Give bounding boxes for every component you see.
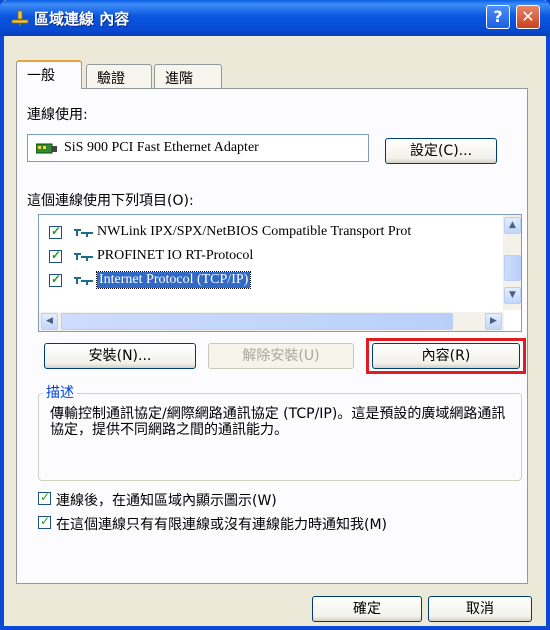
help-button[interactable]: ? [486,5,510,29]
protocol-icon [74,277,93,285]
scroll-right-icon[interactable]: ▶ [485,313,502,330]
vertical-scroll-thumb[interactable] [504,255,521,281]
install-button[interactable]: 安裝(N)... [44,343,196,369]
description-text: 傳輸控制通訊協定/網際網路通訊協定 (TCP/IP)。這是預設的廣域網路通訊協定… [50,406,506,438]
scroll-left-icon[interactable]: ◀ [41,313,58,330]
protocol-icon [74,253,93,261]
ok-button[interactable]: 確定 [312,596,422,622]
item-label: Internet Protocol (TCP/IP) [95,271,252,289]
components-list[interactable]: NWLink IPX/SPX/NetBIOS Compatible Transp… [38,214,522,332]
highlight-box [366,338,526,374]
window-title: 區域連線 內容 [34,10,130,28]
horizontal-scroll-thumb[interactable] [61,313,453,330]
connect-using-label: 連線使用: [27,107,88,123]
notify-checkbox[interactable] [38,514,51,529]
tab-general[interactable]: 一般 [16,60,82,89]
horizontal-scrollbar[interactable]: ◀ ▶ [39,312,504,331]
scroll-up-icon[interactable]: ▲ [504,217,521,234]
scroll-down-icon[interactable]: ▼ [504,287,521,304]
tab-authentication[interactable]: 驗證 [86,64,152,88]
show-icon-label: 連線後，在通知區域內顯示圖示(W) [56,493,277,509]
uninstall-button[interactable]: 解除安裝(U) [208,343,354,369]
item-label: PROFINET IO RT-Protocol [97,248,254,263]
show-icon-checkbox[interactable] [38,490,51,505]
vertical-scrollbar[interactable]: ▲ ▼ [503,215,521,310]
close-button[interactable]: ✕ [516,5,540,29]
configure-button[interactable]: 設定(C)... [385,138,497,164]
adapter-field: SiS 900 PCI Fast Ethernet Adapter [27,134,369,162]
adapter-name: SiS 900 PCI Fast Ethernet Adapter [64,140,259,155]
item-checkbox[interactable] [49,224,62,239]
description-title: 描述 [43,382,77,402]
tab-advanced[interactable]: 進階 [154,64,222,88]
network-connection-icon [11,10,29,26]
cancel-button[interactable]: 取消 [428,596,532,622]
title-bar[interactable]: 區域連線 內容 ? ✕ [0,0,550,36]
item-label: NWLink IPX/SPX/NetBIOS Compatible Transp… [97,224,412,239]
item-checkbox[interactable] [49,248,62,263]
network-adapter-icon [36,143,57,154]
notify-label: 在這個連線只有有限連線或沒有連線能力時通知我(M) [56,517,388,533]
item-checkbox[interactable] [49,272,62,287]
protocol-icon [74,229,93,237]
items-label: 這個連線使用下列項目(O): [27,193,194,209]
